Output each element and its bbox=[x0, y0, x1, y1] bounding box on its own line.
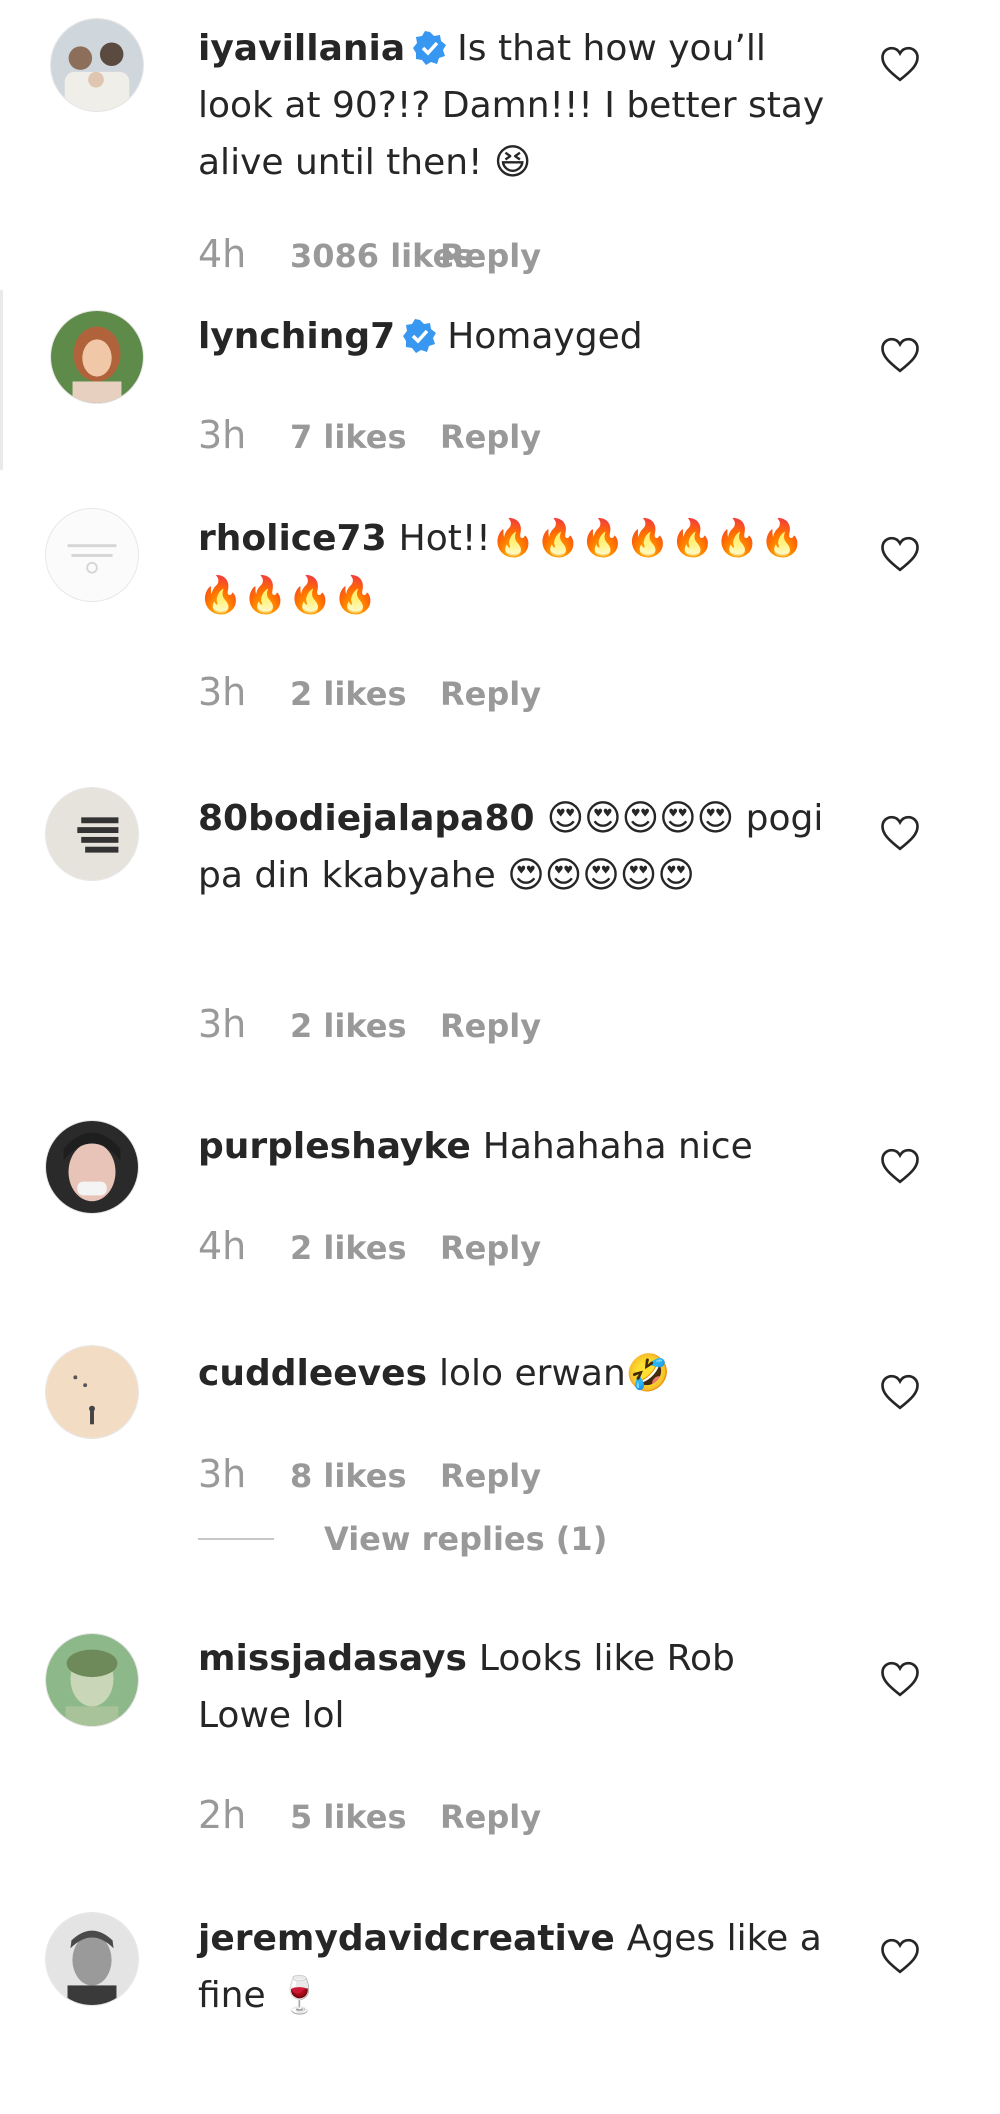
comment-meta: 3h 7 likes Reply bbox=[198, 413, 541, 457]
comment-body: Homayged bbox=[447, 316, 643, 357]
like-button[interactable] bbox=[880, 814, 920, 852]
comment-meta: 2h 5 likes Reply bbox=[198, 1793, 541, 1837]
avatar[interactable] bbox=[45, 787, 139, 881]
like-button[interactable] bbox=[880, 336, 920, 374]
comment-username[interactable]: jeremydavidcreative bbox=[198, 1918, 615, 1959]
comment-text-block: rholice73 Hot!!🔥🔥🔥🔥🔥🔥🔥🔥🔥🔥🔥 bbox=[198, 510, 838, 624]
comment-likes-count[interactable]: 8 likes bbox=[290, 1457, 440, 1495]
like-button[interactable] bbox=[880, 1937, 920, 1975]
reply-button[interactable]: Reply bbox=[440, 418, 541, 456]
comment-text-block: cuddleeves lolo erwan🤣 bbox=[198, 1345, 838, 1402]
avatar-photo-icon bbox=[46, 509, 138, 601]
avatar-photo-icon bbox=[46, 788, 138, 880]
avatar[interactable] bbox=[50, 310, 144, 404]
comment-text-block: missjadasays Looks like Rob Lowe lol bbox=[198, 1630, 838, 1744]
view-replies-label: View replies (1) bbox=[324, 1520, 608, 1558]
comment-likes-count[interactable]: 2 likes bbox=[290, 675, 440, 713]
comments-list: iyavillania Is that how you’ll look at 90… bbox=[0, 0, 1000, 2114]
comment-timestamp[interactable]: 3h bbox=[198, 670, 290, 714]
comment-meta: 4h 3086 likes Reply bbox=[198, 232, 541, 276]
comment-username[interactable]: 80bodiejalapa80 bbox=[198, 798, 535, 839]
comment-username[interactable]: missjadasays bbox=[198, 1638, 467, 1679]
view-replies-line bbox=[198, 1538, 274, 1540]
comment-username[interactable]: lynching7 bbox=[198, 316, 395, 357]
avatar-photo-icon bbox=[51, 19, 143, 111]
avatar[interactable] bbox=[45, 1633, 139, 1727]
comment-username[interactable]: rholice73 bbox=[198, 518, 387, 559]
comment-likes-count[interactable]: 2 likes bbox=[290, 1229, 440, 1267]
comment-text-block: purpleshayke Hahahaha nice bbox=[198, 1118, 838, 1175]
comment-likes-count[interactable]: 7 likes bbox=[290, 418, 440, 456]
avatar[interactable] bbox=[50, 18, 144, 112]
comment-text-block: 80bodiejalapa80 😍😍😍😍😍 pogi pa din kkabyah… bbox=[198, 790, 838, 904]
comment-meta: 3h 2 likes Reply bbox=[198, 1002, 541, 1046]
heart-icon bbox=[881, 1374, 919, 1410]
comment-likes-count[interactable]: 3086 likes bbox=[290, 237, 473, 275]
avatar-photo-icon bbox=[51, 311, 143, 403]
avatar[interactable] bbox=[45, 1912, 139, 2006]
heart-icon bbox=[881, 1148, 919, 1184]
avatar-photo-icon bbox=[46, 1634, 138, 1726]
heart-icon bbox=[881, 46, 919, 82]
verified-badge-icon bbox=[403, 319, 437, 353]
reply-button[interactable]: Reply bbox=[440, 1798, 541, 1836]
like-button[interactable] bbox=[880, 1660, 920, 1698]
comment-timestamp[interactable]: 3h bbox=[198, 1452, 290, 1496]
reply-button[interactable]: Reply bbox=[440, 1229, 541, 1267]
comment-likes-count[interactable]: 2 likes bbox=[290, 1007, 440, 1045]
comment-body: Hahahaha nice bbox=[482, 1126, 753, 1167]
heart-icon bbox=[881, 1661, 919, 1697]
heart-icon bbox=[881, 1938, 919, 1974]
comment-username[interactable]: iyavillania bbox=[198, 28, 405, 69]
comment-text-block: lynching7 Homayged bbox=[198, 308, 838, 365]
heart-icon bbox=[881, 337, 919, 373]
avatar-photo-icon bbox=[46, 1121, 138, 1213]
comment-timestamp[interactable]: 3h bbox=[198, 1002, 290, 1046]
like-button[interactable] bbox=[880, 45, 920, 83]
like-button[interactable] bbox=[880, 1147, 920, 1185]
avatar[interactable] bbox=[45, 508, 139, 602]
avatar-photo-icon bbox=[46, 1913, 138, 2005]
comment-username[interactable]: cuddleeves bbox=[198, 1353, 427, 1394]
like-button[interactable] bbox=[880, 535, 920, 573]
comment-timestamp[interactable]: 3h bbox=[198, 413, 290, 457]
reply-button[interactable]: Reply bbox=[440, 237, 541, 275]
view-replies-button[interactable]: View replies (1) bbox=[198, 1520, 607, 1558]
like-button[interactable] bbox=[880, 1373, 920, 1411]
avatar-photo-icon bbox=[46, 1346, 138, 1438]
reply-button[interactable]: Reply bbox=[440, 1007, 541, 1045]
avatar[interactable] bbox=[45, 1120, 139, 1214]
verified-badge-icon bbox=[413, 31, 447, 65]
avatar[interactable] bbox=[45, 1345, 139, 1439]
comment-timestamp[interactable]: 2h bbox=[198, 1793, 290, 1837]
comment-text-block: jeremydavidcreative Ages like a fine 🍷 bbox=[198, 1910, 838, 2024]
comment-timestamp[interactable]: 4h bbox=[198, 232, 290, 276]
reply-button[interactable]: Reply bbox=[440, 1457, 541, 1495]
comment-meta: 4h 2 likes Reply bbox=[198, 1224, 541, 1268]
heart-icon bbox=[881, 815, 919, 851]
comment-text-block: iyavillania Is that how you’ll look at 90… bbox=[198, 20, 838, 191]
comment-likes-count[interactable]: 5 likes bbox=[290, 1798, 440, 1836]
comment-meta: 3h 8 likes Reply bbox=[198, 1452, 541, 1496]
comment-meta: 3h 2 likes Reply bbox=[198, 670, 541, 714]
comment-body: lolo erwan🤣 bbox=[439, 1353, 671, 1394]
divider bbox=[0, 290, 3, 470]
reply-button[interactable]: Reply bbox=[440, 675, 541, 713]
comment-timestamp[interactable]: 4h bbox=[198, 1224, 290, 1268]
heart-icon bbox=[881, 536, 919, 572]
comment-username[interactable]: purpleshayke bbox=[198, 1126, 471, 1167]
